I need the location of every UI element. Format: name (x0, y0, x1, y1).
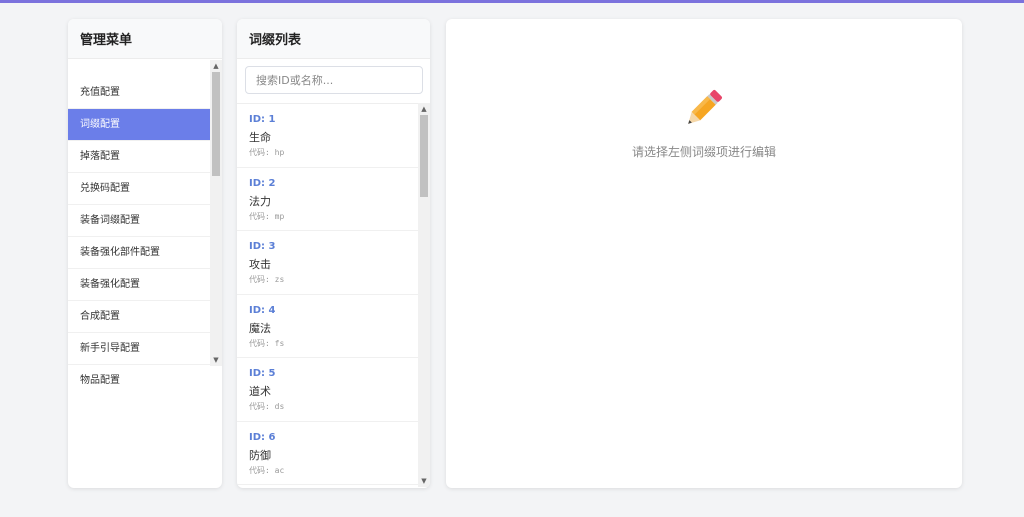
affix-id: ID: 1 (249, 114, 276, 125)
affix-list: ID: 1 生命 代码: hp ID: 2 法力 代码: mp ID: 3 攻击… (237, 103, 418, 488)
affix-code: 代码: hp (249, 148, 285, 157)
menu-item-tutorial-config[interactable]: 新手引导配置 (68, 333, 210, 365)
search-wrapper (245, 66, 423, 94)
affix-list-item[interactable]: ID: 5 道术 代码: ds (237, 358, 418, 422)
top-accent-bar (0, 0, 1024, 3)
affix-id: ID: 4 (249, 304, 276, 316)
menu-item-recharge-config[interactable]: 充值配置 (68, 77, 210, 109)
affix-list-panel: 词缀列表 ID: 1 生命 代码: hp ID: 2 法力 代码: mp ID:… (237, 19, 430, 488)
menu-item-affix-config[interactable]: 词缀配置 (68, 109, 210, 141)
affix-name: 魔法 (249, 321, 271, 335)
menu-item-equipment-affix-config[interactable]: 装备词缀配置 (68, 205, 210, 237)
scroll-down-arrow-icon[interactable]: ▼ (210, 354, 222, 366)
pencil-icon (688, 90, 722, 124)
menu-item-item-config[interactable]: 物品配置 (68, 365, 210, 385)
menu-scrollbar-thumb[interactable] (212, 72, 220, 176)
affix-id: ID: 2 (249, 177, 276, 189)
menu-item-equipment-enhance-part-config[interactable]: 装备强化部件配置 (68, 237, 210, 269)
affix-list-title: 词缀列表 (237, 19, 430, 59)
affix-code: 代码: zs (249, 275, 285, 284)
affix-list-scrollbar[interactable]: ▲ ▼ (418, 103, 430, 487)
admin-menu-panel: 管理菜单 充值配置 词缀配置 掉落配置 兑换码配置 装备词缀配置 装备强化部件配… (68, 19, 222, 488)
affix-name: 法力 (249, 194, 271, 208)
menu-title: 管理菜单 (68, 19, 222, 59)
affix-id: ID: 6 (249, 431, 276, 443)
affix-code: 代码: fs (249, 338, 285, 348)
menu-list: 充值配置 词缀配置 掉落配置 兑换码配置 装备词缀配置 装备强化部件配置 装备强… (68, 77, 210, 385)
affix-name: 生命 (249, 131, 271, 144)
affix-id: ID: 5 (249, 368, 276, 379)
menu-item-drop-config[interactable]: 掉落配置 (68, 141, 210, 173)
menu-item-equipment-enhance-config[interactable]: 装备强化配置 (68, 269, 210, 301)
affix-list-item[interactable]: ID: 4 魔法 代码: fs (237, 295, 418, 358)
affix-editor-panel: 请选择左侧词缀项进行编辑 (446, 19, 962, 488)
menu-item-synthesis-config[interactable]: 合成配置 (68, 301, 210, 333)
affix-id: ID: 3 (249, 241, 276, 252)
scroll-up-arrow-icon[interactable]: ▲ (418, 103, 430, 115)
menu-item-redeem-code-config[interactable]: 兑换码配置 (68, 173, 210, 205)
empty-state-hint: 请选择左侧词缀项进行编辑 (631, 145, 776, 159)
affix-list-scrollbar-thumb[interactable] (420, 115, 428, 197)
affix-name: 攻击 (249, 258, 271, 271)
affix-list-item[interactable]: ID: 2 法力 代码: mp (237, 168, 418, 231)
affix-name: 防御 (249, 448, 271, 462)
scroll-up-arrow-icon[interactable]: ▲ (210, 60, 222, 72)
affix-code: 代码: ds (249, 402, 285, 411)
affix-code: 代码: mp (249, 211, 285, 221)
affix-list-item[interactable]: ID: 3 攻击 代码: zs (237, 231, 418, 295)
affix-list-item[interactable]: ID: 6 防御 代码: ac (237, 422, 418, 485)
menu-scrollbar[interactable]: ▲ ▼ (210, 60, 222, 366)
affix-list-item[interactable]: ID: 1 生命 代码: hp (237, 104, 418, 168)
affix-search-input[interactable] (245, 66, 423, 94)
scroll-down-arrow-icon[interactable]: ▼ (418, 475, 430, 487)
affix-code: 代码: ac (249, 465, 285, 475)
affix-name: 道术 (249, 385, 271, 398)
